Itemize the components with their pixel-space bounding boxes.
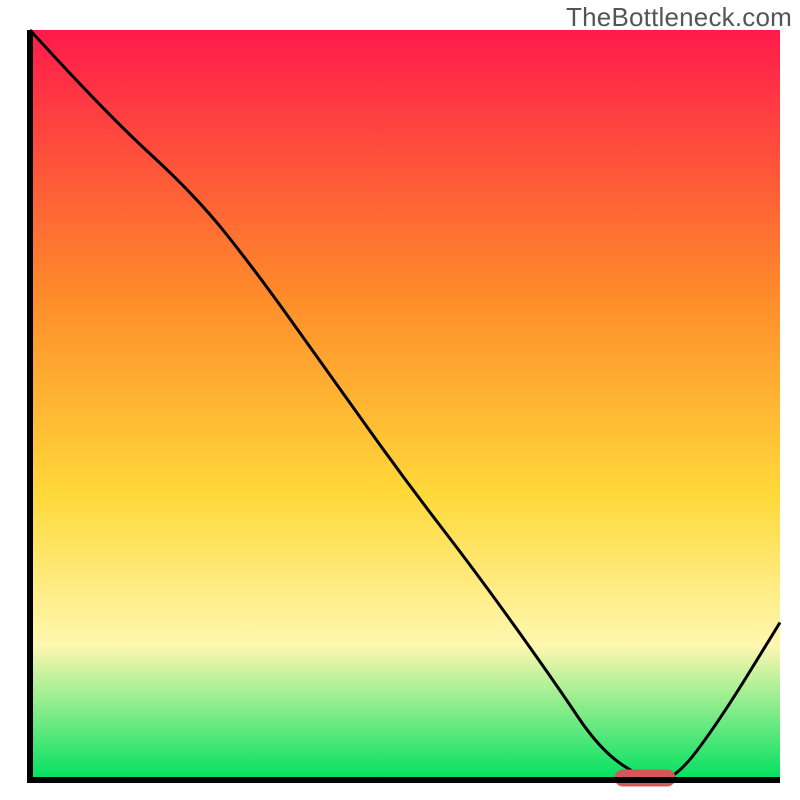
plot-background xyxy=(30,30,780,780)
chart-container: { "watermark": "TheBottleneck.com", "col… xyxy=(0,0,800,800)
bottleneck-chart xyxy=(0,0,800,800)
